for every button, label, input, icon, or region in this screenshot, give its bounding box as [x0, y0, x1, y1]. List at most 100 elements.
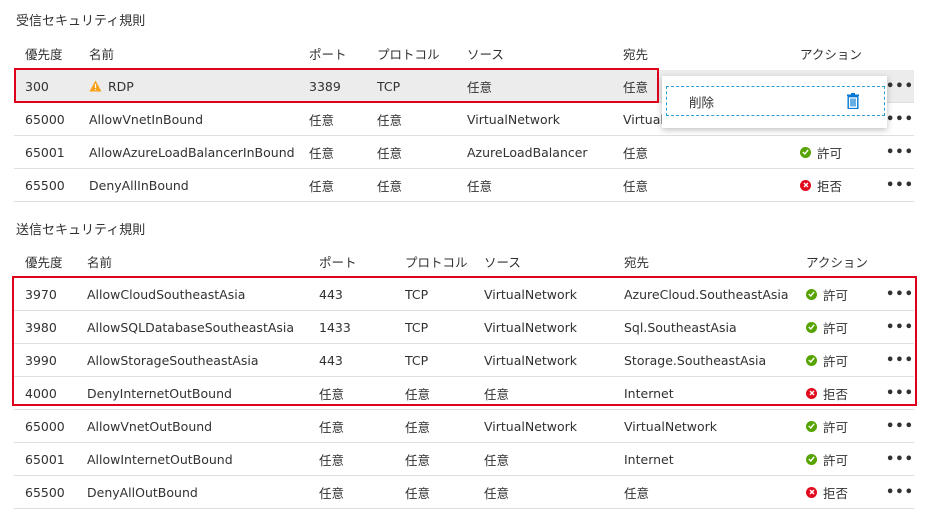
header-action[interactable]: アクション	[800, 36, 862, 70]
header-protocol[interactable]: プロトコル	[405, 244, 468, 278]
cell-source: VirtualNetwork	[484, 286, 578, 302]
cell-priority: 3980	[25, 319, 57, 335]
cell-name: AllowVnetInBound	[89, 111, 204, 127]
cell-destination: VirtualNetwork	[624, 418, 718, 434]
cell-protocol: TCP	[405, 286, 429, 302]
action-label: 拒否	[823, 386, 849, 402]
cell-priority: 3970	[25, 286, 57, 302]
header-source[interactable]: ソース	[467, 36, 504, 70]
action-label: 許可	[817, 145, 843, 161]
more-options-button[interactable]: •••	[886, 443, 914, 475]
cell-action: 許可	[806, 410, 848, 442]
more-options-button[interactable]: •••	[886, 344, 914, 376]
header-port[interactable]: ポート	[309, 36, 347, 70]
action-status: 許可	[806, 417, 848, 436]
table-row[interactable]: 3970 AllowCloudSoutheastAsia 443 TCP Virtual…	[14, 278, 914, 311]
cell-protocol: 任意	[405, 485, 431, 501]
delete-label: 削除	[689, 94, 715, 110]
cell-destination: Internet	[624, 385, 674, 401]
check-circle-icon	[806, 354, 817, 366]
table-row[interactable]: 65000 AllowVnetOutBound 任意 任意 VirtualNetwork…	[14, 410, 914, 443]
cell-source: 任意	[467, 79, 493, 95]
header-destination[interactable]: 宛先	[623, 36, 648, 70]
cell-priority: 65500	[25, 177, 65, 193]
cell-action: 拒否	[806, 377, 848, 409]
action-label: 許可	[823, 320, 849, 336]
more-options-button[interactable]: •••	[886, 311, 914, 343]
error-circle-icon	[806, 387, 817, 399]
action-status: 許可	[806, 318, 848, 337]
action-label: 拒否	[823, 485, 849, 501]
header-port[interactable]: ポート	[319, 244, 357, 278]
cell-source: VirtualNetwork	[484, 319, 578, 335]
cell-destination: Sql.SoutheastAsia	[624, 319, 737, 335]
header-action[interactable]: アクション	[806, 244, 868, 278]
cell-source: 任意	[484, 386, 510, 402]
table-row[interactable]: 65500 DenyAllInBound 任意 任意 任意 任意 拒否 •••	[14, 169, 914, 202]
cell-source: 任意	[484, 452, 510, 468]
cell-action: 拒否	[800, 169, 842, 201]
cell-destination: 任意	[623, 145, 649, 161]
cell-destination: AzureCloud.SoutheastAsia	[624, 286, 789, 302]
cell-source: 任意	[484, 485, 510, 501]
cell-source: VirtualNetwork	[467, 111, 561, 127]
more-options-button[interactable]: •••	[886, 278, 914, 310]
table-row[interactable]: 3980 AllowSQLDatabaseSoutheastAsia 1433 TCP…	[14, 311, 914, 344]
more-options-button[interactable]: •••	[886, 103, 914, 135]
cell-protocol: 任意	[405, 452, 431, 468]
cell-name: AllowSQLDatabaseSoutheastAsia	[87, 319, 295, 335]
cell-port: 任意	[309, 178, 335, 194]
cell-name: DenyAllOutBound	[87, 484, 198, 500]
header-priority[interactable]: 優先度	[25, 244, 63, 278]
more-options-button[interactable]: •••	[886, 136, 914, 168]
header-name[interactable]: 名前	[87, 244, 112, 278]
cell-destination: Internet	[624, 451, 674, 467]
action-status: 拒否	[806, 483, 848, 502]
cell-protocol: TCP	[377, 78, 401, 94]
cell-protocol: 任意	[377, 145, 403, 161]
cell-name: RDP	[89, 70, 134, 102]
header-priority[interactable]: 優先度	[25, 36, 63, 70]
more-options-button[interactable]: •••	[886, 476, 914, 508]
table-row[interactable]: 65500 DenyAllOutBound 任意 任意 任意 任意 拒否 •••	[14, 476, 914, 509]
cell-source: 任意	[467, 178, 493, 194]
cell-protocol: 任意	[377, 112, 403, 128]
header-protocol[interactable]: プロトコル	[377, 36, 440, 70]
cell-protocol: 任意	[405, 419, 431, 435]
outbound-section-title: 送信セキュリティ規則	[16, 223, 146, 238]
table-row[interactable]: 3990 AllowStorageSoutheastAsia 443 TCP Virtu…	[14, 344, 914, 377]
action-status: 許可	[806, 285, 848, 304]
action-label: 許可	[823, 287, 849, 303]
cell-source: VirtualNetwork	[484, 418, 578, 434]
cell-protocol: TCP	[405, 319, 429, 335]
more-options-button[interactable]: •••	[886, 377, 914, 409]
context-menu: 削除	[662, 76, 887, 128]
cell-priority: 300	[25, 78, 49, 94]
cell-action: 許可	[806, 344, 848, 376]
table-row[interactable]: 65001 AllowAzureLoadBalancerInBound 任意 任意 Az…	[14, 136, 914, 169]
more-options-button[interactable]: •••	[886, 410, 914, 442]
trash-icon	[847, 93, 859, 112]
rule-name: RDP	[108, 78, 134, 94]
cell-action: 許可	[806, 443, 848, 475]
action-status: 拒否	[806, 384, 848, 403]
table-row[interactable]: 4000 DenyInternetOutBound 任意 任意 任意 Internet 拒否…	[14, 377, 914, 410]
header-name[interactable]: 名前	[89, 36, 114, 70]
header-destination[interactable]: 宛先	[624, 244, 649, 278]
more-options-button[interactable]: •••	[886, 169, 914, 201]
action-label: 拒否	[817, 178, 843, 194]
cell-priority: 4000	[25, 385, 57, 401]
error-circle-icon	[806, 486, 817, 498]
more-options-button[interactable]: •••	[886, 70, 914, 102]
header-source[interactable]: ソース	[484, 244, 521, 278]
cell-protocol: TCP	[405, 352, 429, 368]
cell-action: 許可	[806, 311, 848, 343]
cell-port: 443	[319, 352, 343, 368]
delete-menu-item[interactable]: 削除	[666, 86, 885, 116]
action-label: 許可	[823, 419, 849, 435]
table-row[interactable]: 65001 AllowInternetOutBound 任意 任意 任意 Internet…	[14, 443, 914, 476]
cell-port: 任意	[319, 485, 345, 501]
action-status: 拒否	[800, 176, 842, 195]
cell-protocol: 任意	[405, 386, 431, 402]
cell-priority: 65001	[25, 451, 65, 467]
